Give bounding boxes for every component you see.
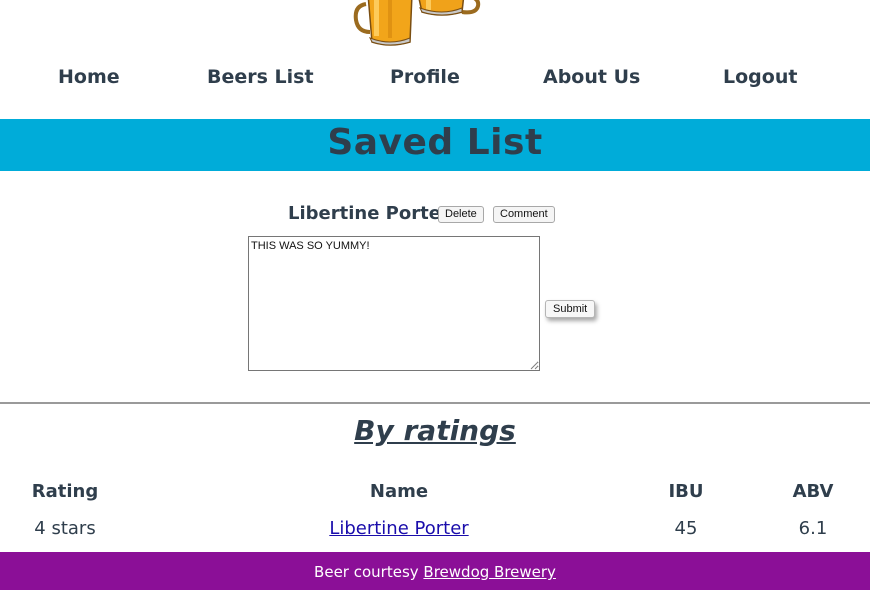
saved-beer-name: Libertine Porter bbox=[288, 203, 450, 224]
beer-name-link[interactable]: Libertine Porter bbox=[329, 518, 468, 539]
nav-beers-list-link[interactable]: Beers List bbox=[207, 66, 314, 88]
footer: Beer courtesy Brewdog Brewery bbox=[0, 552, 870, 590]
header-name: Name bbox=[369, 481, 429, 502]
nav-about-us-link[interactable]: About Us bbox=[543, 66, 640, 88]
ratings-section-title: By ratings bbox=[354, 414, 516, 447]
submit-button[interactable]: Submit bbox=[545, 300, 596, 318]
footer-prefix: Beer courtesy bbox=[314, 563, 419, 581]
comment-button[interactable]: Comment bbox=[493, 206, 555, 223]
main-nav: Home Beers List Profile About Us Logout bbox=[0, 66, 870, 94]
page-banner: Saved List bbox=[0, 119, 870, 171]
header-ibu: IBU bbox=[668, 481, 704, 502]
cell-name: Libertine Porter bbox=[310, 518, 488, 539]
section-divider bbox=[0, 402, 870, 404]
delete-button[interactable]: Delete bbox=[438, 206, 484, 223]
resize-handle-icon[interactable] bbox=[530, 361, 539, 370]
cell-abv: 6.1 bbox=[798, 518, 828, 539]
nav-home-link[interactable]: Home bbox=[58, 66, 120, 88]
cell-rating: 4 stars bbox=[34, 518, 96, 539]
comment-textarea[interactable]: THIS WAS SO YUMMY! bbox=[248, 236, 540, 371]
header-rating: Rating bbox=[31, 481, 99, 502]
footer-text: Beer courtesy Brewdog Brewery bbox=[0, 563, 870, 581]
brewery-link[interactable]: Brewdog Brewery bbox=[423, 563, 556, 581]
page-title: Saved List bbox=[327, 122, 543, 163]
header-abv: ABV bbox=[792, 481, 834, 502]
nav-logout-link[interactable]: Logout bbox=[723, 66, 797, 88]
cell-ibu: 45 bbox=[674, 518, 698, 539]
beer-mugs-icon bbox=[353, 0, 481, 46]
nav-profile-link[interactable]: Profile bbox=[390, 66, 460, 88]
